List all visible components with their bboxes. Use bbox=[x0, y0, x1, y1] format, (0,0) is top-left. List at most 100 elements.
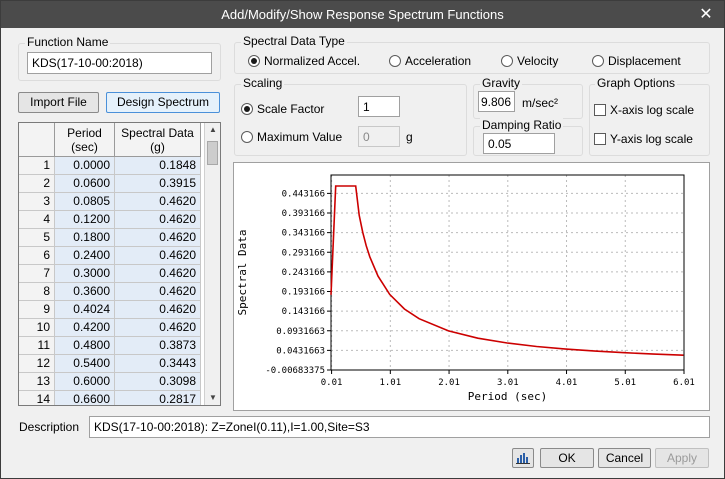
import-file-button[interactable]: Import File bbox=[18, 92, 99, 113]
spectral-type-option-label: Acceleration bbox=[405, 54, 472, 68]
spectral-type-radio[interactable] bbox=[248, 55, 260, 67]
table-scrollbar[interactable]: ▲ ▼ bbox=[204, 123, 220, 405]
period-cell[interactable]: 0.0805 bbox=[55, 193, 115, 211]
x-tick-label: 0.01 bbox=[321, 378, 343, 388]
spectral-cell[interactable]: 0.4620 bbox=[115, 283, 201, 301]
spectral-cell[interactable]: 0.4620 bbox=[115, 211, 201, 229]
period-header[interactable]: Period (sec) bbox=[55, 123, 115, 157]
period-cell[interactable]: 0.4200 bbox=[55, 319, 115, 337]
description-input[interactable]: KDS(17-10-00:2018): Z=ZoneI(0.11),I=1.00… bbox=[89, 416, 710, 438]
spectral-type-radio[interactable] bbox=[389, 55, 401, 67]
x-tick-label: 3.01 bbox=[497, 378, 519, 388]
table-row[interactable]: 12 0.5400 0.3443 bbox=[19, 355, 201, 373]
period-cell[interactable]: 0.5400 bbox=[55, 355, 115, 373]
spectral-cell[interactable]: 0.4620 bbox=[115, 265, 201, 283]
table-row[interactable]: 4 0.1200 0.4620 bbox=[19, 211, 201, 229]
row-index[interactable]: 9 bbox=[19, 301, 55, 319]
scroll-up-icon[interactable]: ▲ bbox=[205, 123, 220, 137]
table-row[interactable]: 3 0.0805 0.4620 bbox=[19, 193, 201, 211]
gravity-input[interactable]: 9.806 bbox=[478, 91, 515, 112]
spectral-cell[interactable]: 0.3915 bbox=[115, 175, 201, 193]
y-axis-log-checkbox[interactable] bbox=[594, 133, 606, 145]
period-cell[interactable]: 0.1200 bbox=[55, 211, 115, 229]
damping-input[interactable]: 0.05 bbox=[483, 133, 555, 154]
spectral-type-radio[interactable] bbox=[592, 55, 604, 67]
row-index[interactable]: 4 bbox=[19, 211, 55, 229]
scaling-group bbox=[234, 84, 467, 156]
spectral-cell[interactable]: 0.4620 bbox=[115, 193, 201, 211]
row-index[interactable]: 5 bbox=[19, 229, 55, 247]
row-index[interactable]: 3 bbox=[19, 193, 55, 211]
close-icon[interactable]: ✕ bbox=[694, 1, 718, 28]
table-row[interactable]: 5 0.1800 0.4620 bbox=[19, 229, 201, 247]
table-rows: 1 0.0000 0.1848 2 0.0600 0.3915 3 0.0805 0.4620 4… bbox=[19, 157, 201, 405]
period-cell[interactable]: 0.0600 bbox=[55, 175, 115, 193]
spectral-cell[interactable]: 0.4620 bbox=[115, 247, 201, 265]
y-tick-label: 0.293166 bbox=[282, 248, 325, 258]
function-name-input[interactable]: KDS(17-10-00:2018) bbox=[27, 52, 212, 74]
table-row[interactable]: 10 0.4200 0.4620 bbox=[19, 319, 201, 337]
description-label: Description bbox=[19, 420, 80, 434]
row-index[interactable]: 8 bbox=[19, 283, 55, 301]
design-spectrum-button[interactable]: Design Spectrum bbox=[106, 92, 220, 113]
row-index[interactable]: 11 bbox=[19, 337, 55, 355]
period-cell[interactable]: 0.4024 bbox=[55, 301, 115, 319]
y-tick-label: 0.443166 bbox=[282, 189, 325, 199]
x-tick-label: 4.01 bbox=[556, 378, 578, 388]
row-index[interactable]: 7 bbox=[19, 265, 55, 283]
spectral-type-option-label: Displacement bbox=[608, 54, 681, 68]
x-tick-label: 2.01 bbox=[438, 378, 460, 388]
maximum-value-input[interactable]: 0 bbox=[358, 126, 400, 147]
spectral-cell[interactable]: 0.3443 bbox=[115, 355, 201, 373]
spectral-cell[interactable]: 0.1848 bbox=[115, 157, 201, 175]
scale-factor-radio[interactable] bbox=[241, 103, 253, 115]
spectral-header[interactable]: Spectral Data (g) bbox=[115, 123, 201, 157]
graph-icon-button[interactable] bbox=[512, 448, 534, 468]
x-axis-log-checkbox[interactable] bbox=[594, 104, 606, 116]
table-row[interactable]: 7 0.3000 0.4620 bbox=[19, 265, 201, 283]
period-cell[interactable]: 0.0000 bbox=[55, 157, 115, 175]
scroll-down-icon[interactable]: ▼ bbox=[205, 391, 220, 405]
table-row[interactable]: 6 0.2400 0.4620 bbox=[19, 247, 201, 265]
x-axis-label: Period (sec) bbox=[468, 390, 547, 403]
period-cell[interactable]: 0.6600 bbox=[55, 391, 115, 405]
table-row[interactable]: 11 0.4800 0.3873 bbox=[19, 337, 201, 355]
row-index[interactable]: 10 bbox=[19, 319, 55, 337]
spectral-type-option-label: Velocity bbox=[517, 54, 559, 68]
table-row[interactable]: 14 0.6600 0.2817 bbox=[19, 391, 201, 405]
row-index[interactable]: 2 bbox=[19, 175, 55, 193]
row-index[interactable]: 6 bbox=[19, 247, 55, 265]
period-cell[interactable]: 0.6000 bbox=[55, 373, 115, 391]
spectral-cell[interactable]: 0.3098 bbox=[115, 373, 201, 391]
period-cell[interactable]: 0.3600 bbox=[55, 283, 115, 301]
cancel-button[interactable]: Cancel bbox=[598, 448, 651, 468]
period-cell[interactable]: 0.3000 bbox=[55, 265, 115, 283]
spectral-cell[interactable]: 0.3873 bbox=[115, 337, 201, 355]
apply-button[interactable]: Apply bbox=[655, 448, 709, 468]
ok-button[interactable]: OK bbox=[540, 448, 594, 468]
table-row[interactable]: 1 0.0000 0.1848 bbox=[19, 157, 201, 175]
spectrum-table: Period (sec) Spectral Data (g) 1 0.0000 0.… bbox=[18, 122, 221, 406]
scaling-label: Scaling bbox=[241, 76, 285, 90]
spectral-cell[interactable]: 0.4620 bbox=[115, 301, 201, 319]
row-index[interactable]: 14 bbox=[19, 391, 55, 405]
table-row[interactable]: 2 0.0600 0.3915 bbox=[19, 175, 201, 193]
row-index[interactable]: 1 bbox=[19, 157, 55, 175]
period-cell[interactable]: 0.1800 bbox=[55, 229, 115, 247]
maximum-value-radio[interactable] bbox=[241, 131, 253, 143]
scale-factor-input[interactable]: 1 bbox=[358, 96, 400, 117]
y-tick-label: 0.243166 bbox=[282, 268, 325, 278]
row-index[interactable]: 12 bbox=[19, 355, 55, 373]
spectral-cell[interactable]: 0.4620 bbox=[115, 319, 201, 337]
table-row[interactable]: 9 0.4024 0.4620 bbox=[19, 301, 201, 319]
spectral-cell[interactable]: 0.4620 bbox=[115, 229, 201, 247]
scroll-thumb[interactable] bbox=[207, 141, 218, 165]
spectral-type-radio[interactable] bbox=[501, 55, 513, 67]
spectral-cell[interactable]: 0.2817 bbox=[115, 391, 201, 405]
table-row[interactable]: 13 0.6000 0.3098 bbox=[19, 373, 201, 391]
y-tick-label: 0.0931663 bbox=[276, 327, 325, 337]
period-cell[interactable]: 0.2400 bbox=[55, 247, 115, 265]
row-index[interactable]: 13 bbox=[19, 373, 55, 391]
table-row[interactable]: 8 0.3600 0.4620 bbox=[19, 283, 201, 301]
period-cell[interactable]: 0.4800 bbox=[55, 337, 115, 355]
